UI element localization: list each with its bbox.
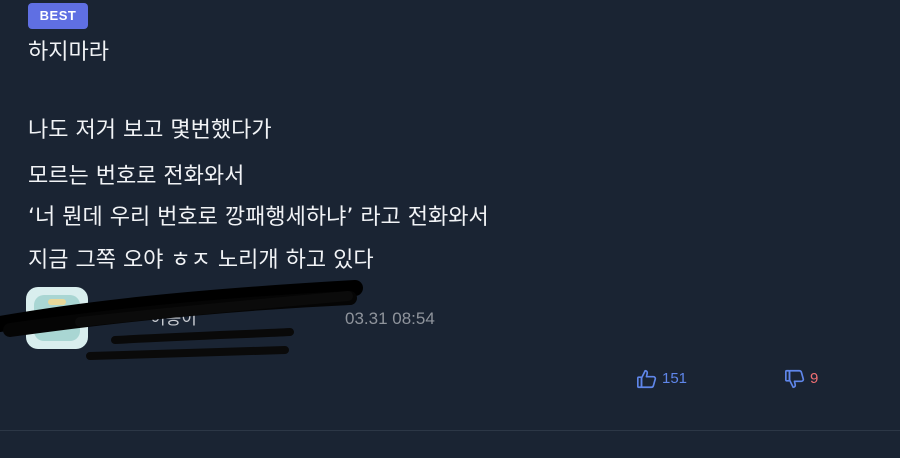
- divider: [0, 430, 900, 431]
- dislike-count: 9: [810, 370, 819, 387]
- dislike-button[interactable]: 9: [784, 366, 818, 392]
- thumbs-up-icon: [636, 368, 658, 390]
- thumbs-down-icon: [784, 368, 806, 390]
- comment-line-3: 나도 저거 보고 몇번했다가: [28, 118, 272, 143]
- comment-line-5: ‘너 뭔데 우리 번호로 깡패행세하냐’ 라고 전화와서: [28, 205, 489, 230]
- like-count: 151: [662, 370, 688, 387]
- like-button[interactable]: 151: [636, 366, 687, 392]
- comment-line-4: 모르는 번호로 전화와서: [28, 164, 245, 189]
- comment-line-1: 하지마라: [28, 40, 109, 65]
- best-badge: BEST: [28, 3, 88, 29]
- redaction-scribble: [0, 280, 363, 360]
